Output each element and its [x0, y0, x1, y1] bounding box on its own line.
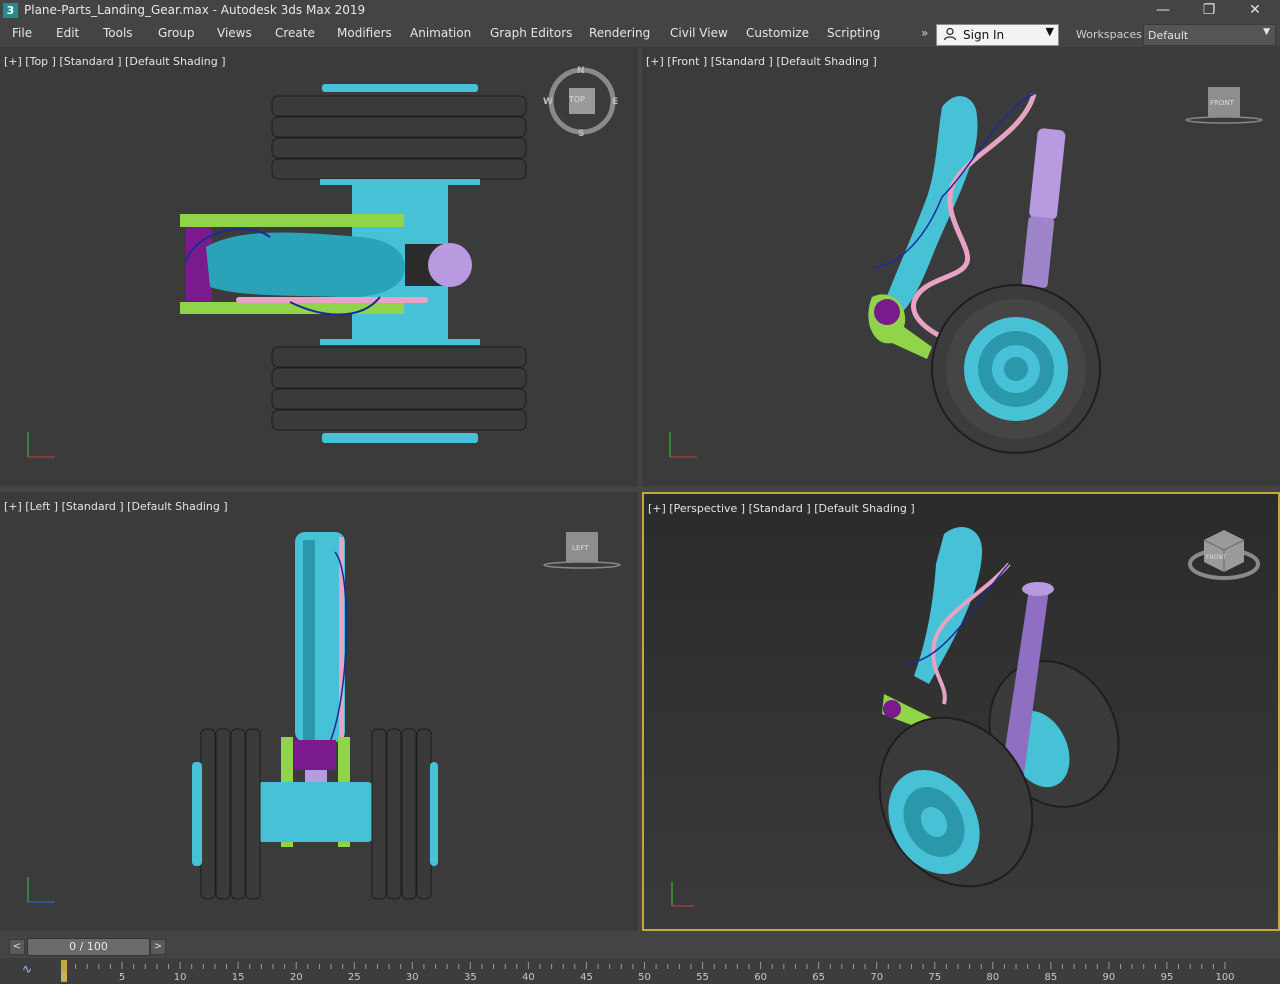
perspective-view-model	[671, 526, 1120, 907]
menu-customize[interactable]: Customize	[746, 26, 809, 40]
timeline-tick-label: 60	[754, 972, 767, 983]
chevron-down-icon: ▼	[1045, 25, 1054, 38]
menu-modifiers[interactable]: Modifiers	[337, 26, 392, 40]
viewport-top[interactable]: [+] [Top ] [Standard ] [Default Shading …	[0, 47, 638, 486]
timeline-tick-label: 30	[406, 972, 419, 983]
timeline-tick-label: 75	[928, 972, 941, 983]
view-cube-left-label: LEFT	[572, 544, 589, 552]
compass-w: W	[543, 97, 553, 107]
timeline-tick-label: 40	[522, 972, 535, 983]
sign-in-label: Sign In	[963, 28, 1005, 42]
timeline-tick-label: 35	[464, 972, 477, 983]
timeline-tick-label: 90	[1103, 972, 1116, 983]
view-cube-icon[interactable]	[1184, 87, 1266, 127]
app-icon: 3	[3, 3, 18, 18]
timeline-tick-label: 0	[61, 972, 67, 983]
menu-create[interactable]: Create	[275, 26, 315, 40]
sign-in-dropdown[interactable]: Sign In ▼	[936, 24, 1059, 46]
viewport-label-perspective[interactable]: [+] [Perspective ] [Standard ] [Default …	[648, 502, 915, 515]
viewport-label-front[interactable]: [+] [Front ] [Standard ] [Default Shadin…	[646, 55, 877, 68]
menu-rendering[interactable]: Rendering	[589, 26, 650, 40]
view-cube-persp-label: FRONT	[1206, 554, 1227, 561]
viewport-label-top[interactable]: [+] [Top ] [Standard ] [Default Shading …	[4, 55, 226, 68]
compass-n: N	[577, 66, 585, 76]
timeline-tick-label: 5	[119, 972, 125, 983]
timeline-tick-label: 70	[870, 972, 883, 983]
minimize-icon[interactable]: —	[1140, 0, 1186, 22]
menu-overflow-icon[interactable]: »	[921, 26, 928, 40]
track-bar[interactable]: ∿ 0 5 10 15 20 25 30 35 40 45 50 55 60 65 70 75 80 85 90 95…	[0, 958, 1280, 984]
menu-animation[interactable]: Animation	[410, 26, 471, 40]
restore-icon[interactable]: ❐	[1186, 0, 1232, 22]
compass-s: S	[578, 129, 585, 139]
timeline-tick-label: 100	[1215, 972, 1234, 983]
view-cube-icon[interactable]	[542, 532, 624, 572]
viewport-perspective[interactable]: [+] [Perspective ] [Standard ] [Default …	[642, 492, 1280, 931]
timeline-tick-label: 20	[290, 972, 303, 983]
timeline-tick-label: 95	[1161, 972, 1174, 983]
view-cube-front-label: FRONT	[1210, 99, 1234, 107]
timeline-tick-label: 50	[638, 972, 651, 983]
menu-scripting[interactable]: Scripting	[827, 26, 880, 40]
menu-graph-editors[interactable]: Graph Editors	[490, 26, 572, 40]
user-icon	[943, 27, 957, 41]
menu-file[interactable]: File	[12, 26, 32, 40]
viewport-front[interactable]: [+] [Front ] [Standard ] [Default Shadin…	[642, 47, 1280, 486]
timeline-tick-label: 10	[174, 972, 187, 983]
timeline-tick-label: 45	[580, 972, 593, 983]
viewport-left[interactable]: [+] [Left ] [Standard ] [Default Shading…	[0, 492, 638, 931]
workspaces-select[interactable]: Default ▼	[1143, 24, 1276, 46]
time-slider[interactable]: 0 / 100	[27, 938, 150, 956]
timeline-tick-label: 65	[812, 972, 825, 983]
menu-group[interactable]: Group	[158, 26, 195, 40]
title-bar: 3 Plane-Parts_Landing_Gear.max - Autodes…	[0, 0, 1280, 22]
timeline-tick-label: 25	[348, 972, 361, 983]
timeline-tick-label: 15	[232, 972, 245, 983]
timeline-tick-label: 80	[986, 972, 999, 983]
menu-tools[interactable]: Tools	[103, 26, 133, 40]
workspaces-value: Default	[1148, 29, 1189, 42]
timeline-tick-label: 55	[696, 972, 709, 983]
prev-frame-button[interactable]: <	[9, 939, 25, 955]
viewport-label-left[interactable]: [+] [Left ] [Standard ] [Default Shading…	[4, 500, 228, 513]
timeline-ticks: 0 5 10 15 20 25 30 35 40 45 50 55 60 65 70 75 80 85 90 95 10…	[61, 960, 1235, 983]
timeline-tick-label: 85	[1044, 972, 1057, 983]
chevron-down-icon: ▼	[1263, 27, 1270, 37]
compass-e: E	[612, 97, 619, 107]
next-frame-button[interactable]: >	[150, 939, 166, 955]
timeline-bar: < 0 / 100 > ∿ 0 5 10 15 20 25 30 35 40 45 50 55 60 65…	[0, 934, 1280, 984]
menu-edit[interactable]: Edit	[56, 26, 79, 40]
window-title: Plane-Parts_Landing_Gear.max - Autodesk …	[24, 3, 366, 17]
workspaces-label: Workspaces:	[1076, 28, 1146, 41]
view-cube-top-label: TOP	[569, 95, 586, 104]
menu-views[interactable]: Views	[217, 26, 252, 40]
menu-civil-view[interactable]: Civil View	[670, 26, 728, 40]
close-icon[interactable]: ✕	[1232, 0, 1278, 22]
